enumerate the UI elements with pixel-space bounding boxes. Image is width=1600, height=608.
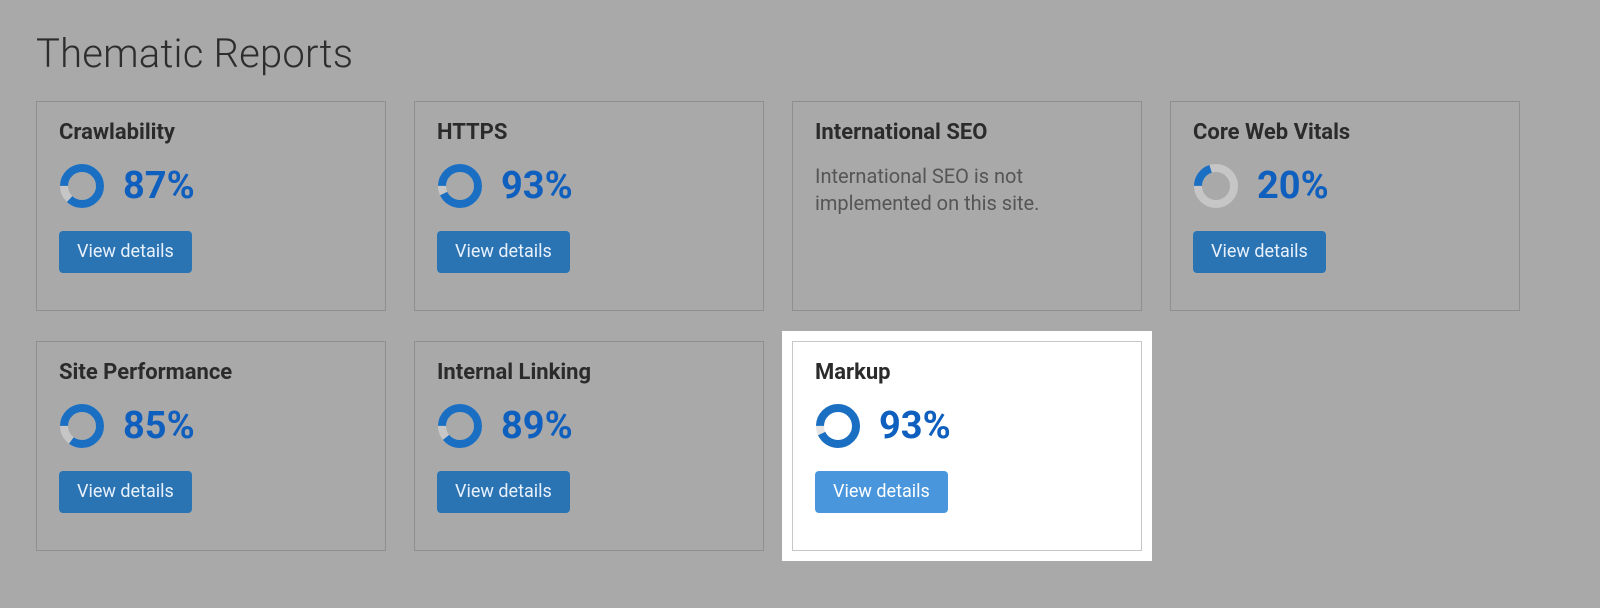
card-title: International SEO [815,120,1119,145]
card-title: Site Performance [59,360,363,385]
metric-row: 20% [1193,163,1497,209]
view-details-button[interactable]: View details [59,231,192,273]
percent-value: 87% [123,164,195,208]
metric-row: 85% [59,403,363,449]
progress-donut-icon [1193,163,1239,209]
card-title: HTTPS [437,120,741,145]
report-cards-grid: Crawlability 87% View details HTTPS 93% View … [36,101,1564,551]
progress-donut-icon [59,163,105,209]
report-card-site-performance: Site Performance 85% View details [36,341,386,551]
metric-row: 89% [437,403,741,449]
metric-row: 87% [59,163,363,209]
progress-donut-icon [815,403,861,449]
metric-row: 93% [815,403,1119,449]
percent-value: 85% [123,404,195,448]
report-card-markup: Markup 93% View details [792,341,1142,551]
progress-donut-icon [59,403,105,449]
percent-value: 20% [1257,164,1329,208]
view-details-button[interactable]: View details [437,471,570,513]
report-card-https: HTTPS 93% View details [414,101,764,311]
page-title: Thematic Reports [36,30,1564,77]
card-title: Core Web Vitals [1193,120,1497,145]
percent-value: 89% [501,404,573,448]
view-details-button[interactable]: View details [815,471,948,513]
card-title: Internal Linking [437,360,741,385]
card-title: Markup [815,360,1119,385]
percent-value: 93% [501,164,573,208]
progress-donut-icon [437,403,483,449]
card-message: International SEO is not implemented on … [815,163,1119,217]
progress-donut-icon [437,163,483,209]
report-card-crawlability: Crawlability 87% View details [36,101,386,311]
report-card-international-seo: International SEO International SEO is no… [792,101,1142,311]
percent-value: 93% [879,404,951,448]
report-card-internal-linking: Internal Linking 89% View details [414,341,764,551]
view-details-button[interactable]: View details [1193,231,1326,273]
view-details-button[interactable]: View details [437,231,570,273]
card-title: Crawlability [59,120,363,145]
report-card-core-web-vitals: Core Web Vitals 20% View details [1170,101,1520,311]
metric-row: 93% [437,163,741,209]
view-details-button[interactable]: View details [59,471,192,513]
